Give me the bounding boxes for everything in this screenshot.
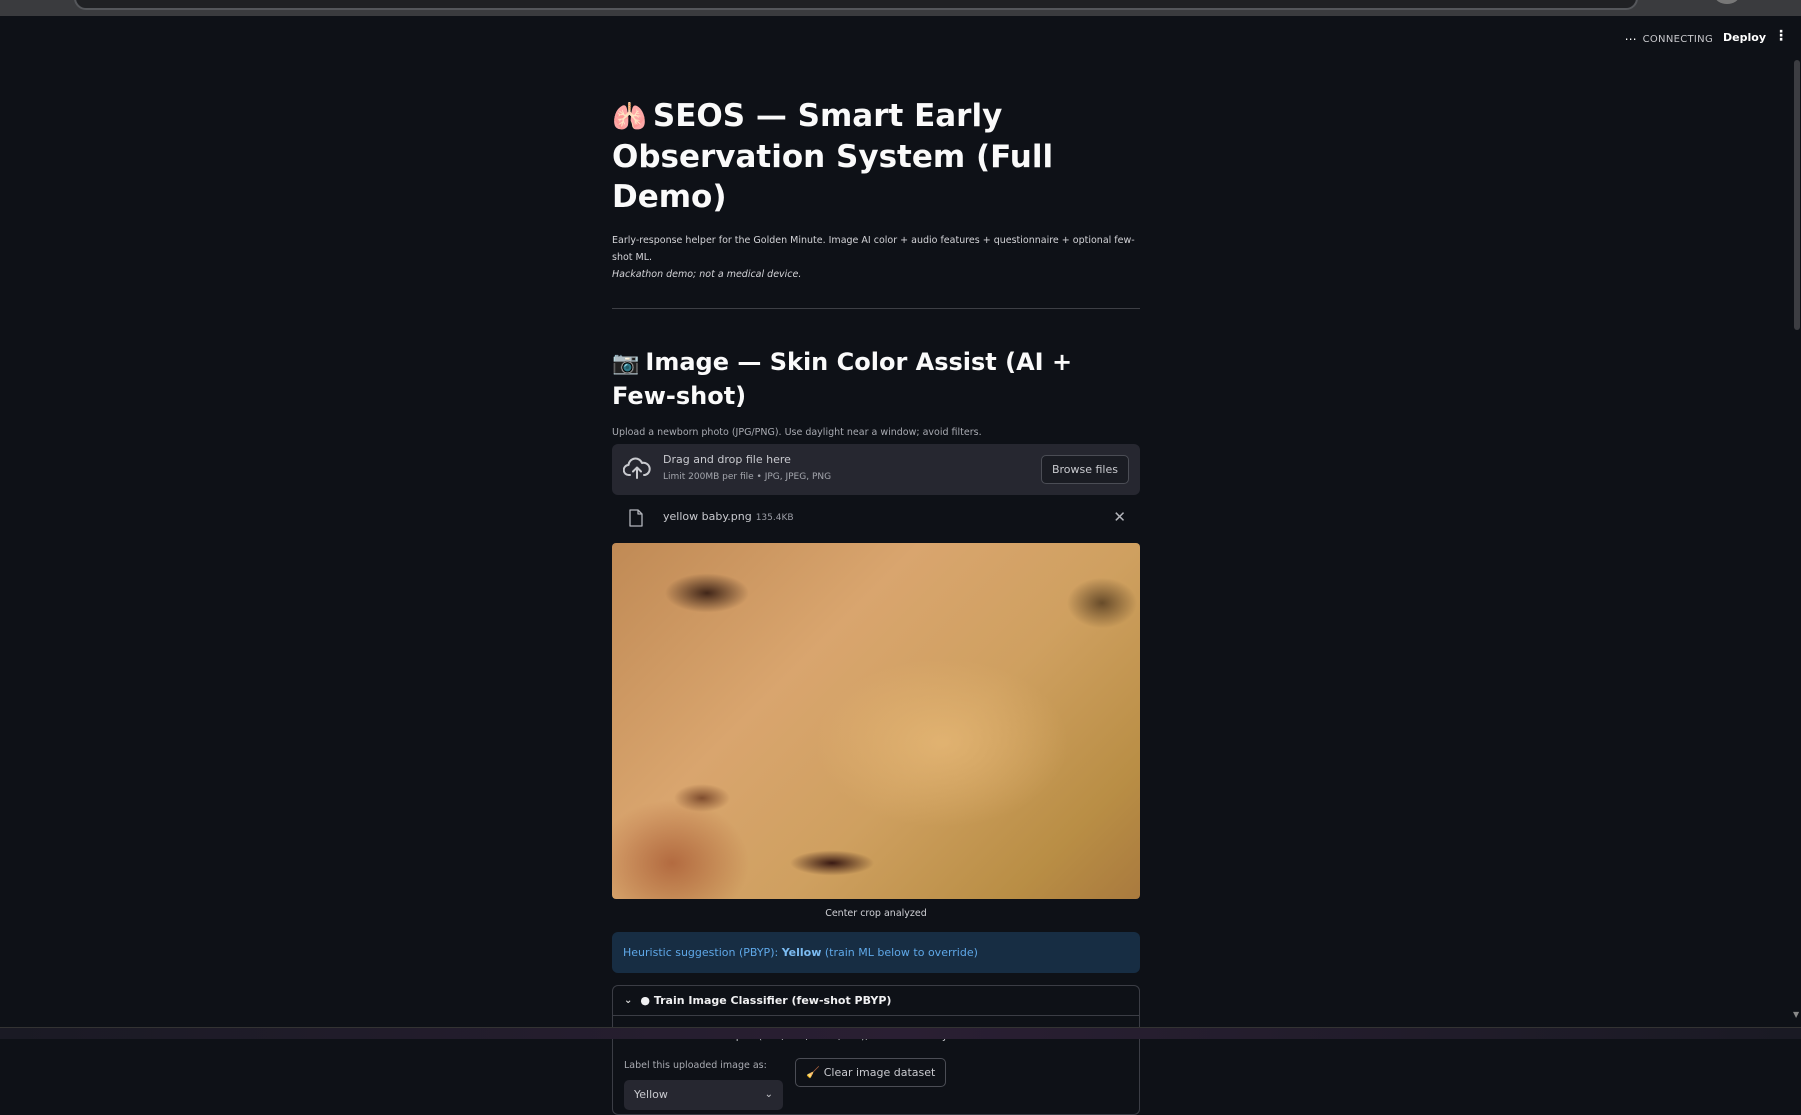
scrollbar-thumb[interactable] xyxy=(1794,60,1800,330)
clear-dataset-label: Clear image dataset xyxy=(823,1066,936,1079)
page-subtitle: Early-response helper for the Golden Min… xyxy=(612,232,1140,283)
file-dropzone[interactable]: Drag and drop file here Limit 200MB per … xyxy=(612,444,1140,495)
suggestion-prefix: Heuristic suggestion (PBYP): xyxy=(623,946,782,959)
scroll-down-arrow-icon[interactable]: ▼ xyxy=(1793,1010,1799,1019)
status-label: CONNECTING xyxy=(1642,33,1713,45)
subtitle-description: Early-response helper for the Golden Min… xyxy=(612,235,1135,263)
file-name-text: yellow baby.png xyxy=(663,510,752,523)
heuristic-suggestion-alert: Heuristic suggestion (PBYP): Yellow (tra… xyxy=(612,932,1140,973)
taskbar-strip xyxy=(0,1027,1801,1039)
expander-header[interactable]: ⌄ ● Train Image Classifier (few-shot PBY… xyxy=(613,986,1139,1016)
suggestion-suffix: (train ML below to override) xyxy=(821,946,978,959)
app-header: ⋯ CONNECTING Deploy ⋮ xyxy=(0,16,1801,62)
cloud-upload-icon xyxy=(623,457,651,479)
section-title: 📷 Image — Skin Color Assist (AI + Few-sho… xyxy=(612,346,1140,412)
label-select-value: Yellow xyxy=(634,1088,668,1101)
browse-files-button[interactable]: Browse files xyxy=(1040,455,1129,484)
browser-profile-avatar[interactable] xyxy=(1715,0,1739,4)
dropzone-title: Drag and drop file here xyxy=(663,453,791,466)
photo-caption: Center crop analyzed xyxy=(825,908,927,919)
subtitle-disclaimer: Hackathon demo; not a medical device. xyxy=(612,269,802,280)
main-content: 🫁 SEOS — Smart Early Observation System (… xyxy=(612,96,1140,1115)
status-dots-icon: ⋯ xyxy=(1624,32,1637,46)
label-select-prompt: Label this uploaded image as: xyxy=(624,1060,767,1071)
file-icon xyxy=(629,509,643,527)
uploaded-file-row: yellow baby.png 135.4KB ✕ xyxy=(612,495,1140,543)
train-classifier-expander: ⌄ ● Train Image Classifier (few-shot PBY… xyxy=(612,985,1140,1115)
browser-address-bar[interactable] xyxy=(74,0,1638,10)
analyzed-photo xyxy=(612,543,1140,899)
section-divider xyxy=(612,308,1140,309)
uploaded-file-name: yellow baby.png 135.4KB xyxy=(663,510,794,523)
remove-file-icon[interactable]: ✕ xyxy=(1113,508,1126,526)
lungs-icon: 🫁 xyxy=(612,100,647,133)
dropzone-limit: Limit 200MB per file • JPG, JPEG, PNG xyxy=(663,472,832,482)
page-title-text: SEOS — Smart Early Observation System (F… xyxy=(612,98,1054,215)
label-select[interactable]: Yellow ⌄ xyxy=(624,1080,783,1110)
connection-status: ⋯ CONNECTING xyxy=(1625,32,1713,46)
page-title: 🫁 SEOS — Smart Early Observation System (… xyxy=(612,96,1140,217)
clear-image-dataset-button[interactable]: 🧹 Clear image dataset xyxy=(795,1058,947,1087)
main-menu-icon[interactable]: ⋮ xyxy=(1774,29,1788,43)
upload-hint: Upload a newborn photo (JPG/PNG). Use da… xyxy=(612,427,982,438)
camera-icon: 📷 xyxy=(612,351,640,376)
file-size: 135.4KB xyxy=(755,513,794,523)
select-chevron-down-icon: ⌄ xyxy=(764,1089,773,1100)
browser-toolbar xyxy=(0,0,1801,16)
broom-icon: 🧹 xyxy=(806,1066,820,1079)
section-title-text: Image — Skin Color Assist (AI + Few-shot… xyxy=(612,348,1073,410)
expander-title: ● Train Image Classifier (few-shot PBYP) xyxy=(640,994,892,1007)
suggestion-value: Yellow xyxy=(781,946,822,959)
deploy-button[interactable]: Deploy xyxy=(1723,31,1766,44)
chevron-down-icon: ⌄ xyxy=(624,995,633,1006)
